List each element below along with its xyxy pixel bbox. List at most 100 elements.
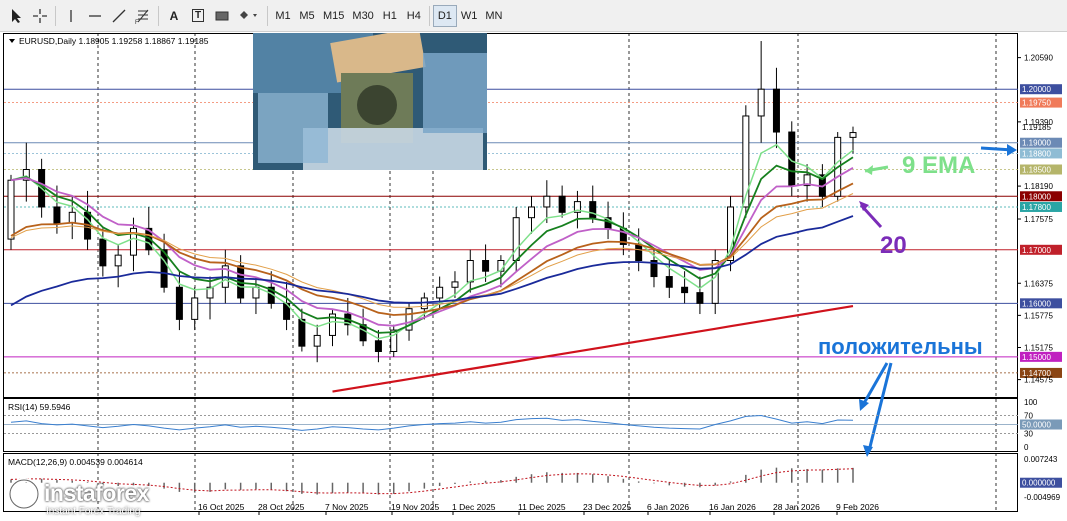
rsi-tick-label: 30 (1024, 430, 1033, 439)
photo-euro-note-left (258, 93, 328, 163)
ma100-line (10, 182, 854, 316)
ema-annotation-label: 9 EMA (902, 152, 975, 179)
label-icon[interactable]: T (186, 5, 210, 27)
candle-body (558, 195, 566, 213)
candle-body (313, 334, 321, 347)
candle-body (114, 254, 122, 267)
candle-body (175, 286, 183, 320)
ema20-line (10, 156, 854, 334)
cursor-icon[interactable] (4, 5, 28, 27)
y-tick-label: 1.14575 (1024, 376, 1053, 385)
timeframe-m30[interactable]: M30 (348, 5, 377, 27)
text-icon[interactable]: A (162, 5, 186, 27)
x-tick-label: 28 Jan 2026 (773, 502, 820, 512)
candle-body (543, 195, 551, 208)
toolbar-separator (428, 5, 430, 26)
rsi-level-label: 50.0000 (1022, 421, 1051, 430)
rsi-tick-label: 0 (1024, 443, 1029, 452)
fibonacci-icon[interactable]: F (131, 5, 155, 27)
candle-body (191, 297, 199, 320)
x-tick-label: 23 Dec 2025 (583, 502, 631, 512)
timeframe-mn[interactable]: MN (481, 5, 506, 27)
vertical-line-icon[interactable] (59, 5, 83, 27)
shapes-icon[interactable] (234, 5, 264, 27)
price-level-label: 1.17000 (1022, 246, 1051, 255)
y-tick-label: 1.15775 (1024, 311, 1053, 320)
macd-title: MACD(12,26,9) 0.004539 0.004614 (8, 457, 143, 467)
timeframe-w1[interactable]: W1 (457, 5, 482, 27)
price-level-label: 1.17800 (1022, 203, 1051, 212)
candle-body (252, 286, 260, 299)
rsi-tick-label: 100 (1024, 398, 1038, 407)
candle-body (99, 238, 107, 267)
x-tick-label: 28 Oct 2025 (258, 502, 305, 512)
chart-menu-triangle-icon (9, 39, 15, 43)
chart-toolbar: F A T M1 M5 M15 M30 H1 H4 D1 W1 MN (0, 0, 1067, 32)
x-tick-label: 16 Jan 2026 (709, 502, 756, 512)
timeframe-m1[interactable]: M1 (271, 5, 295, 27)
y-tick-label: 1.18190 (1024, 182, 1053, 191)
trendline-icon[interactable] (107, 5, 131, 27)
rsi-line (10, 414, 854, 431)
candle-body (53, 206, 61, 224)
price-level-label: 1.18500 (1022, 166, 1051, 175)
timeframe-h1[interactable]: H1 (378, 5, 402, 27)
candle-body (298, 318, 306, 347)
positive-annotation-label: положительны (818, 334, 983, 359)
x-tick-label: 9 Feb 2026 (836, 502, 879, 512)
timeframe-m5[interactable]: M5 (295, 5, 319, 27)
rsi-tick-label: 70 (1024, 412, 1033, 421)
price-level-label: 1.15000 (1022, 353, 1051, 362)
photo-euro-note-right (423, 53, 487, 133)
price-level-label: 1.16000 (1022, 299, 1051, 308)
candle-body (7, 179, 15, 240)
timeframe-group: M1 M5 M15 M30 H1 H4 D1 W1 MN (271, 4, 506, 27)
timeframe-m15[interactable]: M15 (319, 5, 348, 27)
macd-zero-label: 0.000000 (1022, 479, 1056, 488)
candle-body (374, 340, 382, 353)
y-tick-label: 1.20590 (1024, 54, 1053, 63)
candle-body (466, 260, 474, 283)
logo-tagline: Instant Forex Trading (46, 506, 141, 517)
macd-bottom-label: -0.004969 (1024, 493, 1061, 502)
candle-body (436, 286, 444, 299)
price-level-label: 1.18000 (1022, 192, 1051, 201)
x-tick-label: 11 Dec 2025 (518, 502, 566, 512)
candle-body (681, 286, 689, 294)
x-tick-label: 1 Dec 2025 (452, 502, 496, 512)
y-tick-label: 1.19390 (1024, 118, 1053, 127)
crosshair-icon[interactable] (28, 5, 52, 27)
rsi-panel-frame (3, 398, 1018, 452)
instaforex-logo: instaforex Instant Forex Trading (4, 476, 184, 520)
photo-100-note (303, 128, 483, 170)
rectangle-icon[interactable] (210, 5, 234, 27)
candle-body (742, 115, 750, 208)
ma-thin-line (10, 193, 854, 308)
x-tick-label: 16 Oct 2025 (198, 502, 245, 512)
candle-body (589, 201, 597, 219)
candle-body (696, 292, 704, 304)
label-glyph: T (191, 9, 205, 22)
candle-body (849, 132, 857, 138)
main-chart-title: EURUSD,Daily 1.18905 1.19258 1.18867 1.1… (19, 36, 209, 46)
timeframe-h4[interactable]: H4 (402, 5, 426, 27)
price-level-label: 1.19000 (1022, 139, 1051, 148)
timeframe-d1[interactable]: D1 (432, 4, 457, 27)
candle-body (512, 217, 520, 261)
y-tick-label: 1.16375 (1024, 279, 1053, 288)
y-tick-label: 1.17575 (1024, 215, 1053, 224)
x-tick-label: 6 Jan 2026 (647, 502, 689, 512)
logo-name: instaforex (44, 480, 149, 506)
instaforex-logo-icon (8, 478, 40, 510)
price-level-label: 1.20000 (1022, 85, 1051, 94)
candle-body (451, 281, 459, 288)
price-chart[interactable]: 1.200001.197501.191851.190001.188001.185… (3, 33, 1066, 520)
ma20-annotation-label: 20 (880, 232, 907, 259)
ma-blue-line (10, 215, 854, 307)
y-tick-label: 1.15175 (1024, 343, 1053, 352)
candle-body (528, 206, 536, 219)
horizontal-line-icon[interactable] (83, 5, 107, 27)
x-tick-label: 19 Nov 2025 (391, 502, 439, 512)
toolbar-separator (55, 5, 56, 26)
candle-body (757, 88, 765, 117)
